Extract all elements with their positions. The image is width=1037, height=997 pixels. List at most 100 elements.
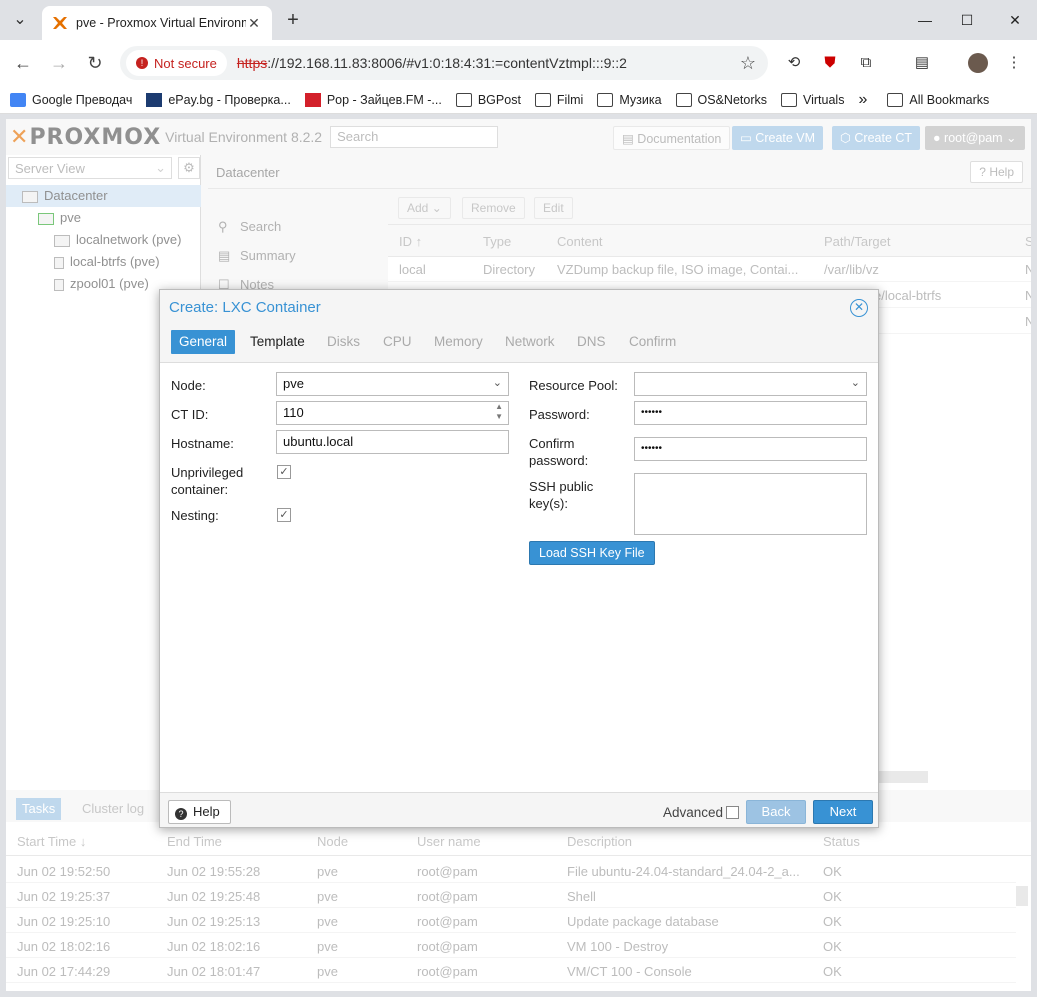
dialog-body: Node: pve ⌄ CT ID: 110 ▲ ▼ Hostname: ubuntu… [160, 362, 878, 792]
back-arrow-icon[interactable]: ← [11, 51, 35, 75]
minimize-icon[interactable]: — [910, 8, 940, 32]
tab-dns[interactable]: DNS [569, 330, 614, 354]
password-label: Password: [529, 407, 590, 422]
bookmark-label: ePay.bg - Проверка... [168, 92, 291, 107]
address-bar[interactable]: ! Not secure https://192.168.11.83:8006/… [120, 46, 768, 80]
tab-memory[interactable]: Memory [426, 330, 491, 354]
close-icon[interactable]: ✕ [850, 299, 868, 317]
extension-sync-icon[interactable]: ⟲ [782, 51, 806, 75]
hostname-field[interactable]: ubuntu.local [276, 430, 509, 454]
bookmark-folder[interactable]: Музика [597, 92, 662, 107]
tab-general[interactable]: General [171, 330, 236, 354]
unprivileged-checkbox[interactable]: ✓ [277, 465, 291, 479]
ctid-stepper[interactable]: 110 ▲ ▼ [276, 401, 509, 425]
warning-icon: ! [136, 57, 148, 69]
google-translate-icon [10, 92, 26, 107]
folder-icon [887, 92, 904, 107]
close-tab-icon[interactable]: ✕ [246, 15, 262, 32]
not-secure-chip[interactable]: ! Not secure [126, 50, 227, 76]
bookmark-folder[interactable]: BGPost [455, 92, 521, 107]
nesting-checkbox[interactable]: ✓ [277, 508, 291, 522]
close-window-icon[interactable]: ✕ [1000, 8, 1030, 32]
tab-network[interactable]: Network [497, 330, 563, 354]
bookmark-label: Музика [619, 92, 662, 107]
help-label: Help [193, 804, 220, 819]
folder-icon [455, 92, 472, 107]
resource-pool-label: Resource Pool: [529, 378, 618, 393]
ssh-key-label: SSH public key(s): [529, 479, 594, 511]
forward-arrow-icon[interactable]: → [47, 51, 71, 75]
unprivileged-label: Unprivileged container: [171, 465, 244, 497]
chevron-down-icon: ⌄ [850, 377, 860, 389]
confirm-password-field[interactable]: •••••• [634, 437, 867, 461]
tab-disks[interactable]: Disks [319, 330, 368, 354]
load-ssh-key-button[interactable]: Load SSH Key File [529, 541, 655, 565]
url-scheme: https [236, 55, 268, 71]
ssh-key-textarea[interactable] [634, 473, 867, 535]
folder-icon [675, 92, 692, 107]
maximize-icon[interactable]: ☐ [952, 8, 982, 32]
help-button[interactable]: ? Help [168, 800, 231, 824]
folder-icon [781, 92, 797, 107]
next-button[interactable]: Next [813, 800, 873, 824]
bookmark-item[interactable]: ePay.bg - Проверка... [146, 92, 291, 107]
proxmox-favicon-icon [53, 17, 67, 29]
node-label: Node: [171, 378, 206, 393]
epay-icon [146, 92, 163, 107]
bookmark-label: OS&Netorks [697, 92, 767, 107]
create-lxc-dialog: Create: LXC Container ✕ General Template… [159, 289, 879, 828]
new-tab-icon[interactable]: + [281, 8, 305, 32]
chevron-down-icon: ⌄ [492, 377, 502, 389]
advanced-label: Advanced [663, 805, 724, 820]
password-field[interactable]: •••••• [634, 401, 867, 425]
advanced-checkbox[interactable] [726, 806, 739, 819]
hostname-label: Hostname: [171, 436, 234, 451]
reading-list-icon[interactable]: ▤ [910, 51, 934, 75]
dialog-header: Create: LXC Container ✕ [160, 290, 878, 326]
folder-icon [597, 92, 614, 107]
bookmark-label: Google Преводач [32, 92, 133, 107]
bookmark-star-icon[interactable]: ☆ [740, 53, 756, 74]
bookmark-label: Virtuals [803, 92, 845, 107]
menu-dots-icon[interactable]: ⋮ [1002, 51, 1026, 75]
resource-pool-select[interactable]: ⌄ [634, 372, 867, 396]
nesting-label: Nesting: [171, 508, 219, 523]
url-path: ://192.168.11.83:8006/#v1:0:18:4:31:=con… [267, 55, 627, 71]
all-bookmarks[interactable]: All Bookmarks [887, 92, 990, 107]
bookmark-label: BGPost [477, 92, 521, 107]
avatar[interactable] [966, 51, 990, 75]
dialog-footer: ? Help Advanced Back Next [160, 792, 878, 827]
back-button[interactable]: Back [746, 800, 806, 824]
reload-icon[interactable]: ↻ [83, 51, 107, 75]
bookmark-folder[interactable]: OS&Netorks [675, 92, 767, 107]
wizard-tabs: General Template Disks CPU Memory Networ… [160, 326, 878, 362]
tab-template[interactable]: Template [242, 330, 313, 354]
bookmark-label: Filmi [556, 92, 584, 107]
bookmark-item[interactable]: Google Преводач [10, 92, 133, 107]
bookmark-label: All Bookmarks [909, 92, 990, 107]
bookmarks-bar: Google Преводач ePay.bg - Проверка... Po… [0, 86, 1037, 114]
question-icon: ? [175, 808, 187, 820]
spinner-arrows-icon[interactable]: ▲ ▼ [495, 402, 503, 422]
tab-title: pve - Proxmox Virtual Environment [76, 16, 246, 30]
browser-toolbar: ← → ↻ ! Not secure https://192.168.11.83… [0, 40, 1037, 86]
ublock-icon[interactable]: ⛊ [818, 51, 842, 75]
dialog-title: Create: LXC Container [169, 299, 321, 316]
tab-strip: ⌄ pve - Proxmox Virtual Environment ✕ + … [0, 0, 1037, 40]
bookmark-folder[interactable]: Filmi [534, 92, 584, 107]
tab-cpu[interactable]: CPU [375, 330, 420, 354]
confirm-password-label: Confirm password: [529, 436, 589, 468]
browser-tab[interactable]: pve - Proxmox Virtual Environment ✕ [42, 6, 272, 40]
tab-search-icon[interactable]: ⌄ [8, 8, 32, 32]
more-bookmarks-chevron-icon[interactable]: » [858, 91, 867, 109]
bookmark-folder[interactable]: Virtuals [781, 92, 845, 107]
bookmark-item[interactable]: Pop - Зайцев.FM -... [304, 92, 442, 107]
radio-icon [304, 92, 321, 107]
not-secure-label: Not secure [154, 55, 217, 71]
ctid-label: CT ID: [171, 407, 209, 422]
tab-confirm[interactable]: Confirm [621, 330, 684, 354]
extensions-puzzle-icon[interactable]: ⧉ [854, 51, 878, 75]
url-text[interactable]: https://192.168.11.83:8006/#v1:0:18:4:31… [237, 55, 627, 71]
bookmark-label: Pop - Зайцев.FM -... [326, 92, 442, 107]
node-select[interactable]: pve ⌄ [276, 372, 509, 396]
